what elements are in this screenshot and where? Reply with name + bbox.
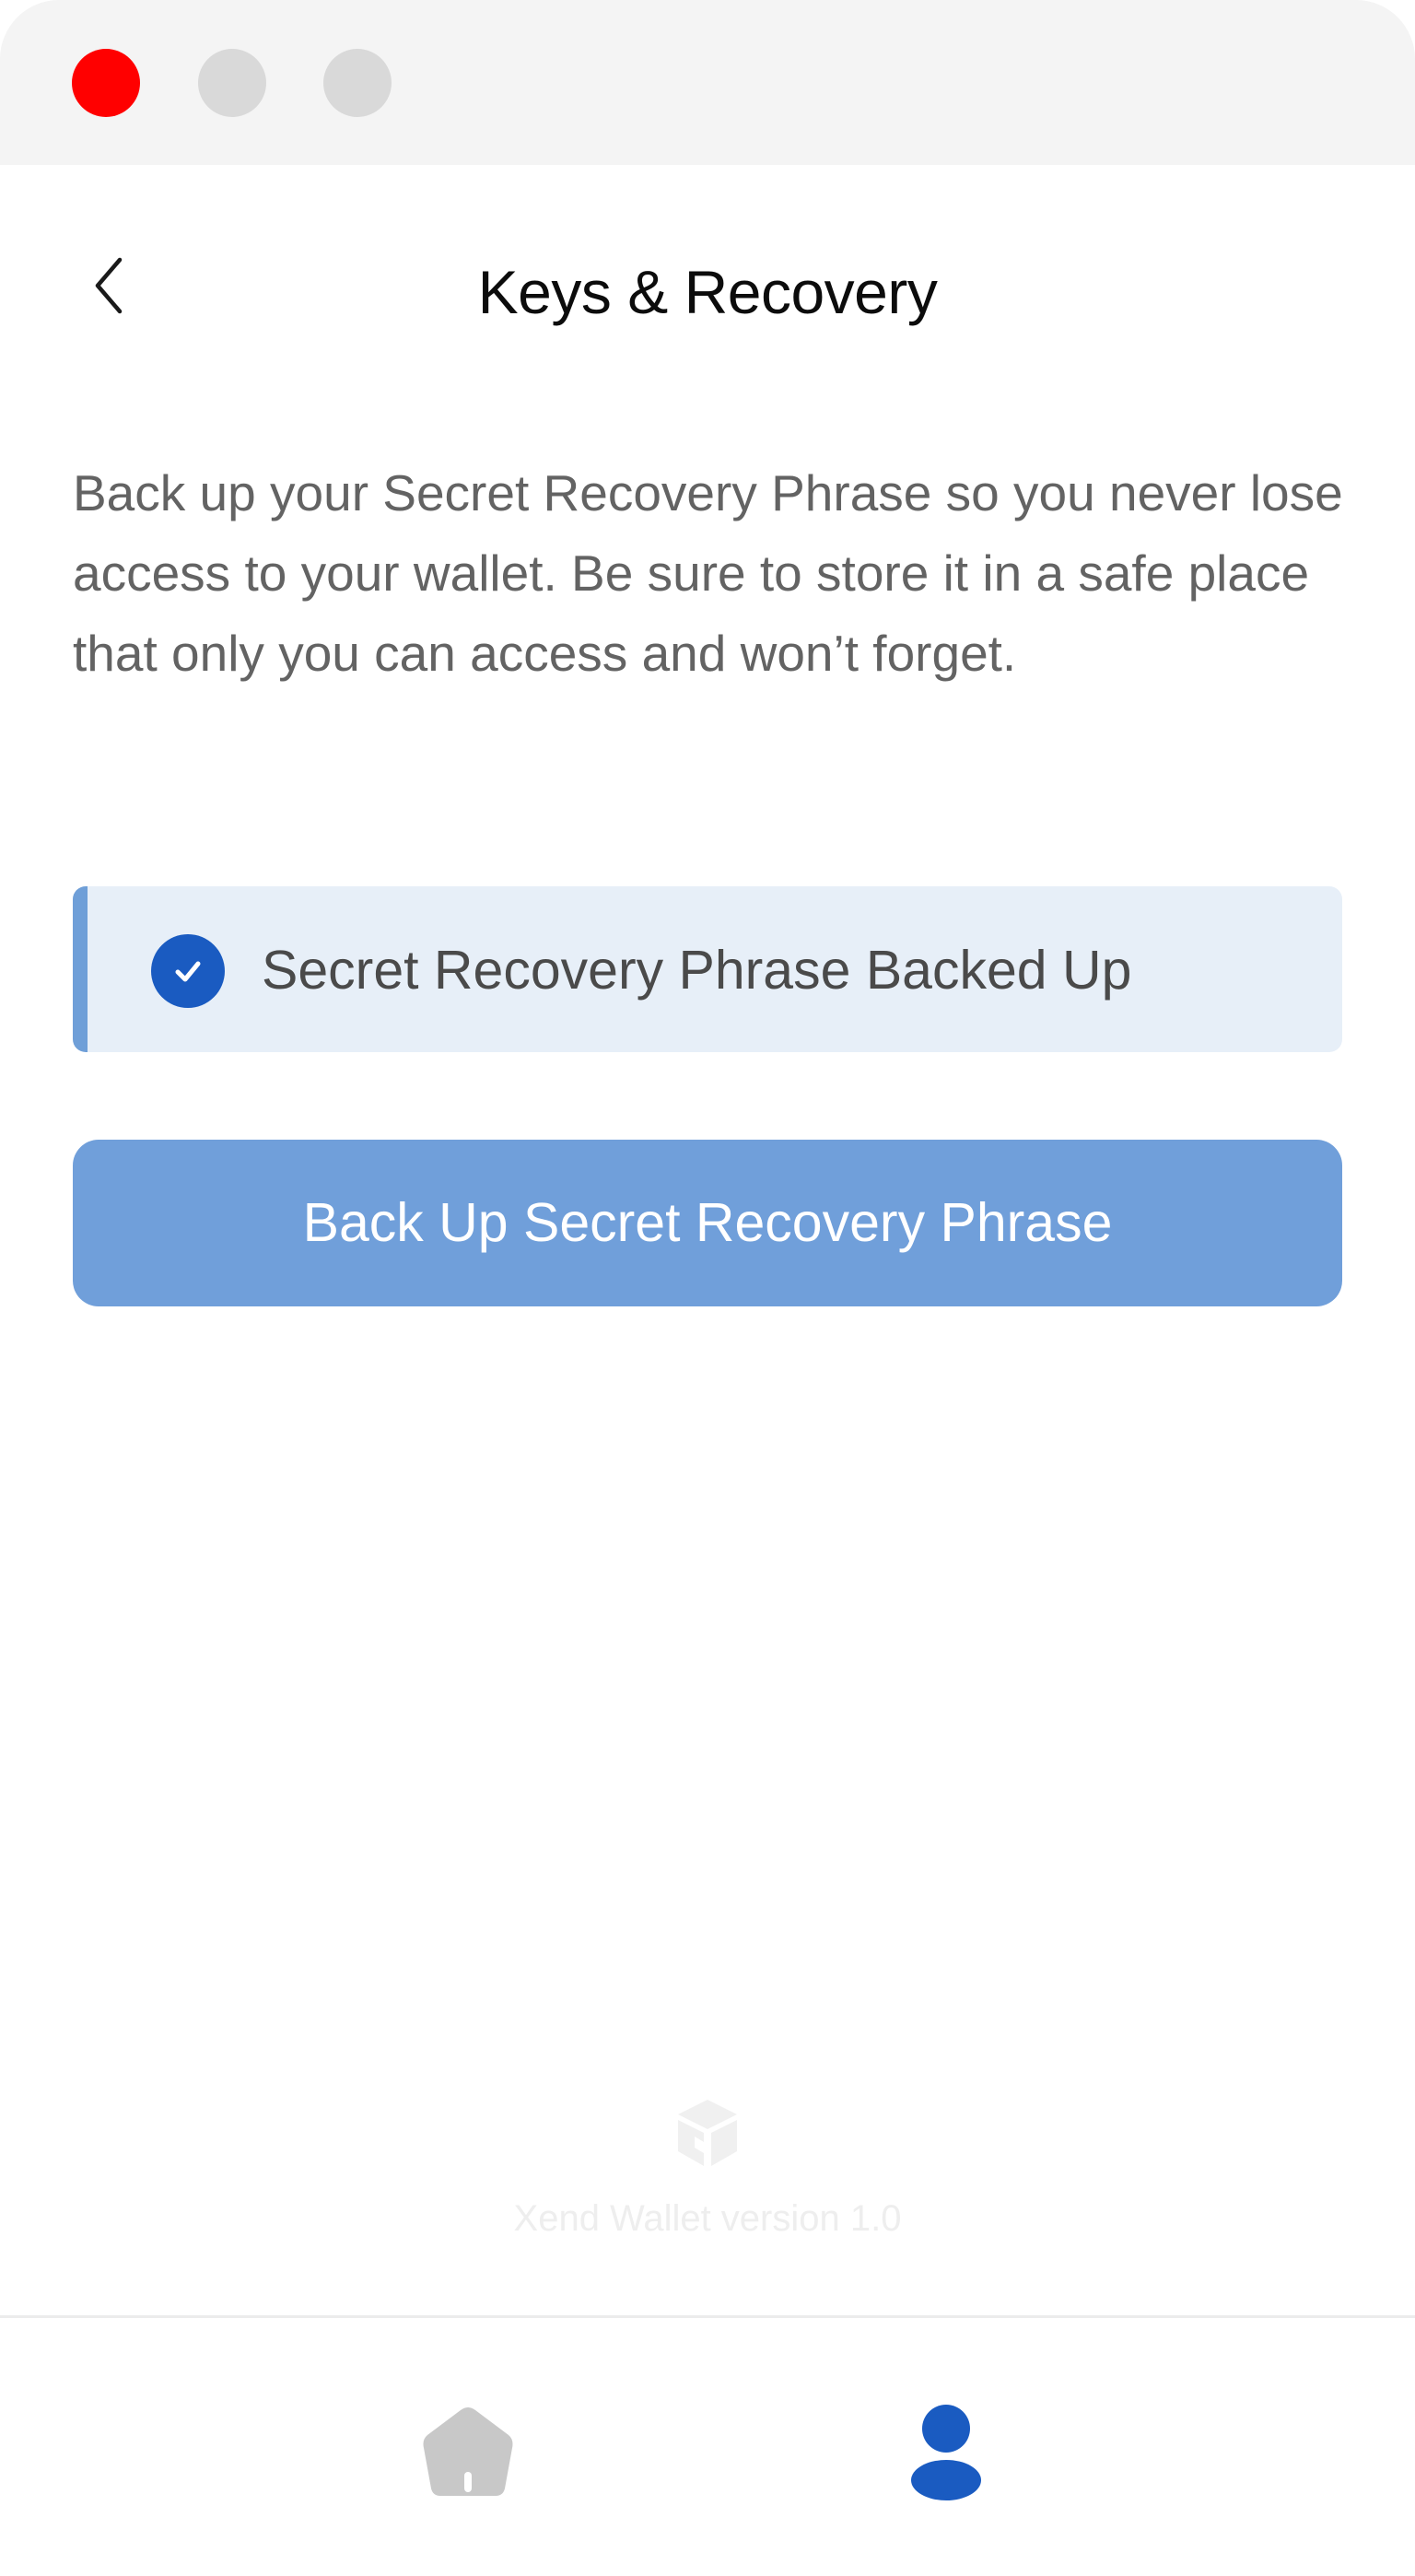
nav-item-home[interactable]: [408, 2392, 528, 2512]
checkmark-glyph: [175, 961, 201, 982]
user-icon: [911, 2405, 981, 2500]
window-close-button[interactable]: [72, 49, 140, 117]
nav-item-profile[interactable]: [886, 2392, 1006, 2512]
window-maximize-button[interactable]: [323, 49, 392, 117]
app-window: Keys & Recovery Back up your Secret Reco…: [0, 0, 1415, 2576]
backup-status-banner: Secret Recovery Phrase Backed Up: [73, 886, 1342, 1052]
bottom-navigation: [0, 2315, 1415, 2576]
app-version-text: Xend Wallet version 1.0: [513, 2198, 902, 2239]
backup-status-text: Secret Recovery Phrase Backed Up: [262, 940, 1132, 1001]
window-minimize-button[interactable]: [198, 49, 266, 117]
page-title: Keys & Recovery: [477, 258, 938, 326]
xend-cube-logo-icon: [678, 2100, 737, 2166]
backup-phrase-button[interactable]: Back Up Secret Recovery Phrase: [73, 1140, 1342, 1306]
window-titlebar: [0, 0, 1415, 165]
check-circle-icon: [151, 934, 225, 1008]
backup-description: Back up your Secret Recovery Phrase so y…: [73, 464, 1343, 682]
home-icon: [423, 2407, 513, 2496]
